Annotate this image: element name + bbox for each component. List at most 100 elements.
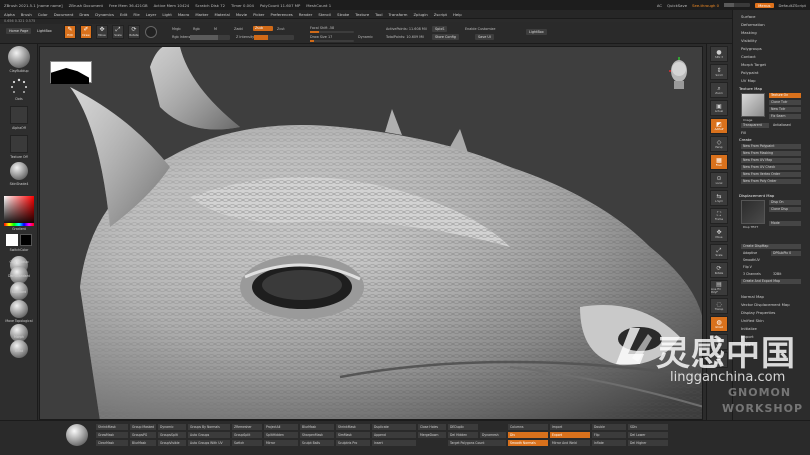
menu-layer[interactable]: Layer bbox=[146, 12, 157, 17]
alpha-off-icon[interactable] bbox=[10, 106, 28, 124]
sdiv-slider[interactable]: SDiv bbox=[628, 424, 668, 430]
clone-txtr-button[interactable]: Clone Txtr bbox=[769, 100, 801, 105]
sculptris-pro-button[interactable]: Sculptris Pro bbox=[336, 440, 370, 446]
flip-button[interactable]: Flip bbox=[592, 432, 626, 438]
columns-button[interactable]: Columns bbox=[508, 424, 548, 430]
create-header[interactable]: Create bbox=[739, 137, 752, 142]
transparent-toggle[interactable]: Transparent bbox=[741, 123, 769, 128]
panel-visibility[interactable]: Visibility bbox=[741, 38, 757, 43]
create-export-map-button[interactable]: Create And Export Map bbox=[741, 279, 801, 284]
material-skinshade-icon[interactable] bbox=[10, 162, 28, 180]
panel-deformation[interactable]: Deformation bbox=[741, 22, 765, 27]
menu-help[interactable]: Help bbox=[453, 12, 462, 17]
secondary-color-swatch[interactable] bbox=[20, 234, 32, 246]
smoothuv-toggle[interactable]: SmoothUV bbox=[741, 258, 769, 263]
sharpenmask-button[interactable]: SharpenMask bbox=[300, 432, 334, 438]
menu-file[interactable]: File bbox=[133, 12, 139, 17]
new-from-uv-map-button[interactable]: New From UV Map bbox=[741, 158, 801, 163]
close-holes-button[interactable]: Close Holes bbox=[418, 424, 446, 430]
panel-normal-map[interactable]: Normal Map bbox=[741, 294, 764, 299]
local-button[interactable]: ⊙ Local bbox=[710, 172, 728, 188]
menu-material[interactable]: Material bbox=[214, 12, 229, 17]
adaptive-toggle[interactable]: Adaptive bbox=[741, 251, 769, 256]
brush-move-topological-icon[interactable] bbox=[10, 300, 28, 318]
smooth-normals-button[interactable]: Smooth Normals bbox=[508, 440, 548, 446]
seethrough-slider[interactable]: See-through 0 bbox=[692, 3, 719, 8]
blurmask-2-button[interactable]: BlurMask bbox=[300, 424, 334, 430]
move-button[interactable]: ✥ Move bbox=[96, 25, 108, 39]
groups-split-button[interactable]: GroupsSplit bbox=[158, 432, 186, 438]
target-polygons-count-slider[interactable]: Target Polygons Count bbox=[448, 440, 506, 446]
insert-button[interactable]: Insert bbox=[372, 440, 416, 446]
menu-macro[interactable]: Macro bbox=[178, 12, 190, 17]
draw-button[interactable]: ✐ Draw bbox=[80, 25, 92, 39]
clone-disp-button[interactable]: Clone Disp bbox=[769, 207, 801, 212]
export-button[interactable]: Export bbox=[550, 432, 590, 438]
scale-view-button[interactable]: ⤢ Scale bbox=[710, 244, 728, 260]
focal-shift-slider[interactable] bbox=[310, 31, 354, 33]
rgb-toggle[interactable]: Rgb bbox=[193, 27, 200, 31]
menu-picker[interactable]: Picker bbox=[253, 12, 264, 17]
new-from-poly-order-button[interactable]: New From Poly Order bbox=[741, 179, 801, 184]
lightbox-button[interactable]: LightBox bbox=[34, 28, 55, 34]
color-picker-swatch[interactable] bbox=[4, 196, 34, 226]
dynamic-toggle[interactable]: Dynamic bbox=[358, 35, 373, 39]
panel-polygroups[interactable]: Polygroups bbox=[741, 46, 762, 51]
growmask-button[interactable]: GrowMask bbox=[96, 432, 128, 438]
panel-unified-skin[interactable]: Unified Skin bbox=[741, 318, 764, 323]
frame-button[interactable]: ⛶ Frame bbox=[710, 208, 728, 224]
new-from-polypaint-button[interactable]: New From Polypaint bbox=[741, 144, 801, 149]
import-button[interactable]: Import bbox=[550, 424, 590, 430]
home-page-button[interactable]: Home Page bbox=[6, 28, 32, 34]
append-button[interactable]: Append bbox=[372, 432, 416, 438]
lightbox-toggle[interactable]: LightBox bbox=[526, 29, 547, 35]
mirror-and-weld-button[interactable]: Mirror And Weld bbox=[550, 440, 590, 446]
inflate-button[interactable]: Inflate bbox=[592, 440, 626, 446]
split-hidden-button[interactable]: SplitHidden bbox=[264, 432, 298, 438]
orientation-head-icon[interactable] bbox=[668, 57, 690, 91]
panel-vector-displacement-map[interactable]: Vector Displacement Map bbox=[741, 302, 790, 307]
seethrough-track[interactable] bbox=[724, 3, 751, 7]
menu-dynamics[interactable]: Dynamics bbox=[95, 12, 114, 17]
aahalf-button[interactable]: ◩ AAHalf bbox=[710, 118, 728, 134]
polyframe-button[interactable]: ▤ Line Fill PolyF bbox=[710, 280, 728, 296]
channels-toggle[interactable]: 3 Channels bbox=[741, 272, 769, 277]
shrinkmask-2-button[interactable]: ShrinkMask bbox=[336, 424, 370, 430]
menu-render[interactable]: Render bbox=[299, 12, 313, 17]
displacement-map-header[interactable]: Displacement Map bbox=[739, 193, 774, 198]
rgb-intensity-slider[interactable] bbox=[190, 35, 230, 40]
menu-transform[interactable]: Transform bbox=[389, 12, 408, 17]
material-preview-icon[interactable] bbox=[66, 424, 88, 446]
hue-strip[interactable] bbox=[4, 223, 34, 226]
scale-button[interactable]: ⤢ Scale bbox=[112, 25, 124, 39]
clearmask-button[interactable]: ClearMask bbox=[96, 440, 128, 446]
texture-map-header[interactable]: Texture Map bbox=[739, 86, 762, 91]
menu-color[interactable]: Color bbox=[38, 12, 48, 17]
save-ui-button[interactable]: Save UI bbox=[475, 34, 494, 40]
menu-marker[interactable]: Marker bbox=[195, 12, 208, 17]
panel-export[interactable]: Export bbox=[741, 342, 753, 347]
del-lower-button[interactable]: Del Lower bbox=[628, 432, 668, 438]
panel-polypaint[interactable]: Polypaint bbox=[741, 70, 758, 75]
ac-button[interactable]: AC bbox=[657, 3, 662, 8]
zoom-button[interactable]: ⌕ Zoom bbox=[710, 82, 728, 98]
spix-button[interactable]: ● SPix 3 bbox=[710, 46, 728, 62]
menus-button[interactable]: Menus bbox=[755, 2, 774, 8]
texture-off-icon[interactable] bbox=[10, 135, 28, 153]
defaultzscript-button[interactable]: DefaultZScript bbox=[779, 3, 807, 8]
rotate-view-button[interactable]: ⟳ Rotate bbox=[710, 262, 728, 278]
enable-customize-button[interactable]: Enable Customize bbox=[465, 27, 495, 31]
zsub-toggle[interactable]: Zsub bbox=[253, 26, 273, 31]
double-button[interactable]: Double bbox=[592, 424, 626, 430]
draw-size-slider[interactable] bbox=[310, 40, 354, 42]
bits-toggle[interactable]: 32Bit bbox=[771, 272, 801, 277]
new-from-uv-check-button[interactable]: New From UV Check bbox=[741, 165, 801, 170]
menu-alpha[interactable]: Alpha bbox=[4, 12, 15, 17]
menu-light[interactable]: Light bbox=[162, 12, 171, 17]
panel-morph-target[interactable]: Morph Target bbox=[741, 62, 766, 67]
deduplic-button[interactable]: DEDuplic bbox=[448, 424, 478, 430]
fill-label[interactable]: Fill bbox=[741, 130, 746, 135]
panel-initialize[interactable]: Initialize bbox=[741, 326, 757, 331]
panel-display-properties[interactable]: Display Properties bbox=[741, 310, 775, 315]
new-from-masking-button[interactable]: New From Masking bbox=[741, 151, 801, 156]
